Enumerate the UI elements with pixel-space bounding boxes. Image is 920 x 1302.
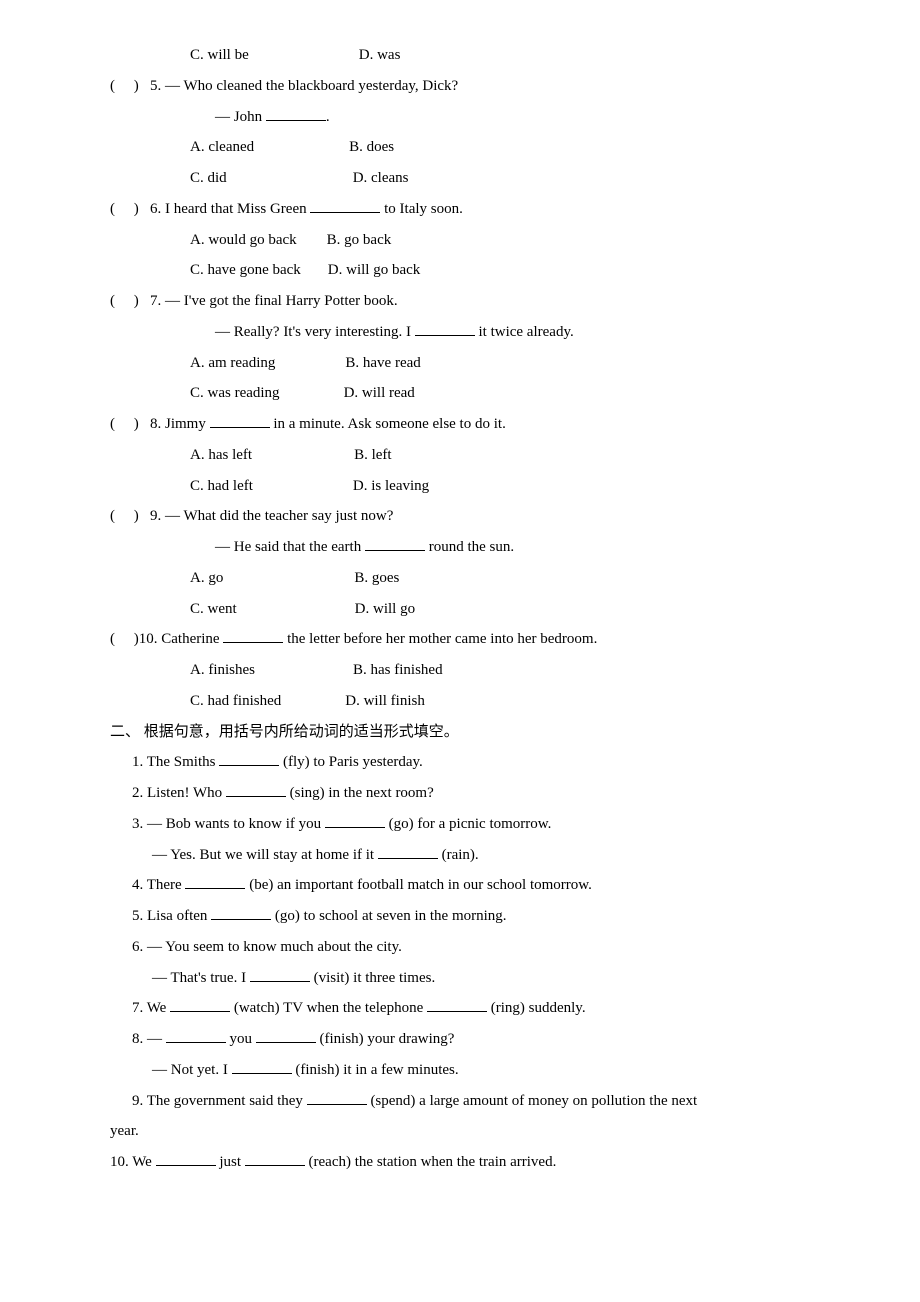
s2q3b: — Yes. But we will stay at home if it (r…: [110, 840, 810, 871]
q9-optD: D. will go: [355, 601, 415, 617]
q10-prompt: ( )10. Catherine the letter before her m…: [110, 624, 810, 655]
q7-optA: A. am reading: [190, 355, 275, 371]
q10-optD: D. will finish: [345, 693, 425, 709]
q6-optB: B. go back: [327, 232, 392, 248]
blank: [415, 321, 475, 336]
q5-prompt: ( ) 5. — Who cleaned the blackboard yest…: [110, 71, 810, 102]
q7-optC: C. was reading: [190, 385, 280, 401]
s2q9: 9. The government said they (spend) a la…: [110, 1086, 810, 1117]
blank: [170, 997, 230, 1012]
q8-optA: A. has left: [190, 447, 252, 463]
q5-john: — John .: [110, 102, 810, 133]
q7-opts-cd: C. was reading D. will read: [110, 378, 810, 409]
q5-optD2: D. cleans: [353, 170, 409, 186]
blank: [211, 905, 271, 920]
q8-optB: B. left: [354, 447, 392, 463]
blank: [245, 1151, 305, 1166]
q8-optC: C. had left: [190, 478, 253, 494]
s2q2: 2. Listen! Who (sing) in the next room?: [110, 778, 810, 809]
s2q8b: — Not yet. I (finish) it in a few minute…: [110, 1055, 810, 1086]
blank: [266, 105, 326, 120]
s2q1: 1. The Smiths (fly) to Paris yesterday.: [110, 747, 810, 778]
q5-optC2: C. did: [190, 170, 227, 186]
q5-optC: C. will be: [190, 47, 249, 63]
q10-optA: A. finishes: [190, 662, 255, 678]
blank: [256, 1028, 316, 1043]
q9-optB: B. goes: [354, 570, 399, 586]
q9-optA: A. go: [190, 570, 223, 586]
q6-optA: A. would go back: [190, 232, 297, 248]
blank: [378, 843, 438, 858]
section2-title: 二、 根据句意，用括号内所给动词的适当形式填空。: [110, 717, 810, 748]
q7-optD: D. will read: [344, 385, 415, 401]
q7-prompt: ( ) 7. — I've got the final Harry Potter…: [110, 286, 810, 317]
blank: [219, 751, 279, 766]
blank: [226, 782, 286, 797]
blank: [427, 997, 487, 1012]
q10-optC: C. had finished: [190, 693, 281, 709]
q9-prompt: ( ) 9. — What did the teacher say just n…: [110, 501, 810, 532]
blank: [166, 1028, 226, 1043]
q10-opts-cd: C. had finished D. will finish: [110, 686, 810, 717]
q8-opts-ab: A. has left B. left: [110, 440, 810, 471]
s2q10: 10. We just (reach) the station when the…: [110, 1147, 810, 1178]
blank: [223, 628, 283, 643]
q7-optB: B. have read: [345, 355, 420, 371]
q5-opts-cd2: C. did D. cleans: [110, 163, 810, 194]
q9-opts-cd: C. went D. will go: [110, 594, 810, 625]
q9-opts-ab: A. go B. goes: [110, 563, 810, 594]
q8-prompt: ( ) 8. Jimmy in a minute. Ask someone el…: [110, 409, 810, 440]
q5-optD: D. was: [359, 47, 401, 63]
s2q8: 8. — you (finish) your drawing?: [110, 1024, 810, 1055]
q6-opts-cd: C. have gone back D. will go back: [110, 255, 810, 286]
s2q3: 3. — Bob wants to know if you (go) for a…: [110, 809, 810, 840]
q7-opts-ab: A. am reading B. have read: [110, 348, 810, 379]
blank: [307, 1089, 367, 1104]
s2q5: 5. Lisa often (go) to school at seven in…: [110, 901, 810, 932]
blank: [156, 1151, 216, 1166]
q10-optB: B. has finished: [353, 662, 443, 678]
blank: [310, 198, 380, 213]
blank: [365, 536, 425, 551]
q6-optC: C. have gone back: [190, 262, 301, 278]
q8-optD: D. is leaving: [353, 478, 429, 494]
q9-dash: — He said that the earth round the sun.: [110, 532, 810, 563]
s2q7: 7. We (watch) TV when the telephone (rin…: [110, 993, 810, 1024]
s2q4: 4. There (be) an important football matc…: [110, 870, 810, 901]
q7-dash: — Really? It's very interesting. I it tw…: [110, 317, 810, 348]
q6-opts-ab: A. would go back B. go back: [110, 225, 810, 256]
q5-opts-ab: A. cleaned B. does: [110, 132, 810, 163]
s2q6: 6. — You seem to know much about the cit…: [110, 932, 810, 963]
q9-optC: C. went: [190, 601, 237, 617]
blank: [325, 813, 385, 828]
s2q6b: — That's true. I (visit) it three times.: [110, 963, 810, 994]
blank: [250, 966, 310, 981]
blank: [232, 1059, 292, 1074]
blank: [185, 874, 245, 889]
q8-opts-cd: C. had left D. is leaving: [110, 471, 810, 502]
q10-opts-ab: A. finishes B. has finished: [110, 655, 810, 686]
q6-prompt: ( ) 6. I heard that Miss Green to Italy …: [110, 194, 810, 225]
q5-optA: A. cleaned: [190, 139, 254, 155]
blank: [210, 413, 270, 428]
q5-opts-cd: C. will be D. was: [110, 40, 810, 71]
q6-optD: D. will go back: [328, 262, 420, 278]
q5-optB: B. does: [349, 139, 394, 155]
s2q9-line2: year.: [110, 1116, 810, 1147]
